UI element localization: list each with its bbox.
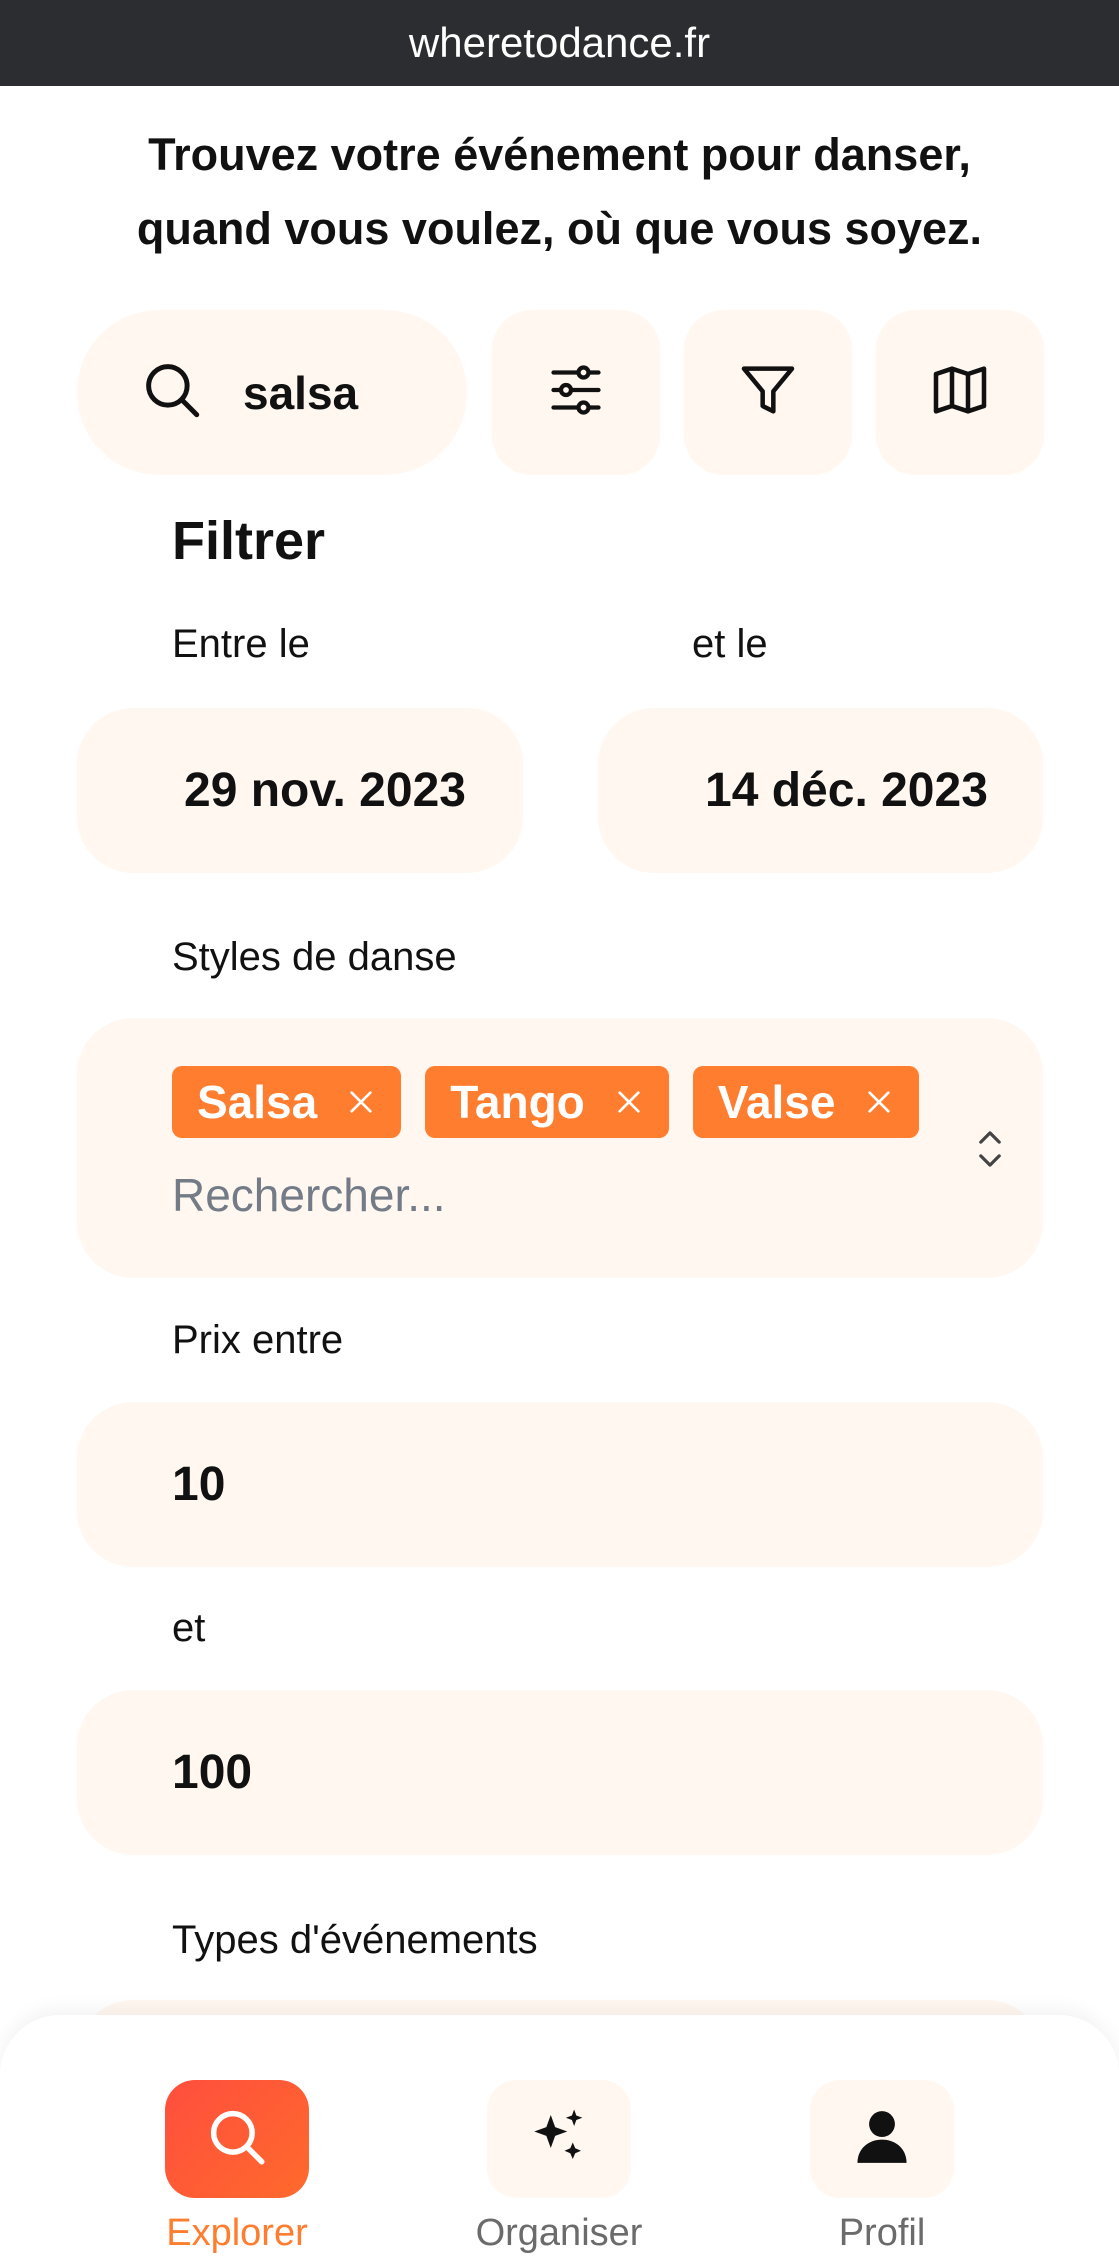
chevron-up-down-icon[interactable] bbox=[975, 1126, 1005, 1177]
map-button[interactable] bbox=[876, 310, 1044, 475]
price-max-value: 100 bbox=[172, 1746, 253, 1799]
settings-sliders-button[interactable] bbox=[492, 310, 660, 475]
price-and-label: et bbox=[172, 1606, 206, 1650]
price-min-value: 10 bbox=[172, 1458, 226, 1511]
style-tag-valse: Valse bbox=[692, 1066, 920, 1138]
event-types-label: Types d'événements bbox=[172, 1918, 538, 1962]
style-tag-tango: Tango bbox=[425, 1066, 669, 1138]
style-tag-label: Salsa bbox=[197, 1076, 318, 1128]
nav-organiser-button[interactable] bbox=[487, 2080, 631, 2198]
url-text: wheretodance.fr bbox=[408, 19, 711, 66]
nav-organiser-label: Organiser bbox=[475, 2212, 643, 2254]
date-to-label: et le bbox=[692, 622, 768, 666]
nav-organiser[interactable]: Organiser bbox=[459, 2080, 659, 2255]
filter-button[interactable] bbox=[684, 310, 852, 475]
dance-styles-select[interactable]: Salsa Tango Valse Rechercher... bbox=[77, 1018, 1043, 1278]
search-icon bbox=[139, 357, 205, 428]
bottom-navigation: Explorer Organiser Profil bbox=[0, 2015, 1119, 2260]
filter-title: Filtrer bbox=[172, 511, 326, 571]
nav-profil-button[interactable] bbox=[810, 2080, 954, 2198]
nav-profil-label: Profil bbox=[838, 2212, 926, 2254]
price-label: Prix entre bbox=[172, 1318, 344, 1362]
headline-line-1: Trouvez votre événement pour danser, bbox=[148, 129, 971, 180]
user-icon bbox=[851, 2106, 913, 2173]
map-icon bbox=[928, 358, 992, 427]
search-icon bbox=[204, 2104, 270, 2175]
nav-explorer-button[interactable] bbox=[165, 2080, 309, 2198]
styles-search-input[interactable]: Rechercher... bbox=[172, 1168, 446, 1222]
date-to-value: 14 déc. 2023 bbox=[705, 764, 988, 817]
search-field[interactable]: salsa bbox=[77, 310, 467, 475]
browser-url-bar[interactable]: wheretodance.fr bbox=[0, 0, 1119, 86]
remove-tag-icon[interactable] bbox=[345, 1086, 377, 1118]
sparkles-icon bbox=[526, 2104, 592, 2175]
date-from-field[interactable]: 29 nov. 2023 bbox=[77, 708, 523, 873]
style-tag-salsa: Salsa bbox=[172, 1066, 402, 1138]
styles-label: Styles de danse bbox=[172, 935, 457, 979]
price-max-input[interactable]: 100 bbox=[77, 1690, 1043, 1855]
headline-line-2: quand vous voulez, où que vous soyez. bbox=[136, 203, 983, 254]
nav-explorer[interactable]: Explorer bbox=[137, 2080, 337, 2255]
price-min-input[interactable]: 10 bbox=[77, 1402, 1043, 1567]
date-from-label: Entre le bbox=[172, 622, 310, 666]
search-input[interactable]: salsa bbox=[243, 366, 358, 420]
date-from-value: 29 nov. 2023 bbox=[184, 764, 466, 817]
remove-tag-icon[interactable] bbox=[863, 1086, 895, 1118]
style-tag-label: Valse bbox=[717, 1076, 836, 1128]
nav-explorer-label: Explorer bbox=[166, 2212, 308, 2254]
style-tag-label: Tango bbox=[450, 1076, 585, 1128]
nav-profil[interactable]: Profil bbox=[782, 2080, 982, 2255]
date-to-field[interactable]: 14 déc. 2023 bbox=[598, 708, 1043, 873]
remove-tag-icon[interactable] bbox=[613, 1086, 645, 1118]
funnel-icon bbox=[736, 358, 800, 427]
sliders-icon bbox=[546, 360, 606, 425]
page-headline: Trouvez votre événement pour danser, qua… bbox=[0, 118, 1119, 266]
